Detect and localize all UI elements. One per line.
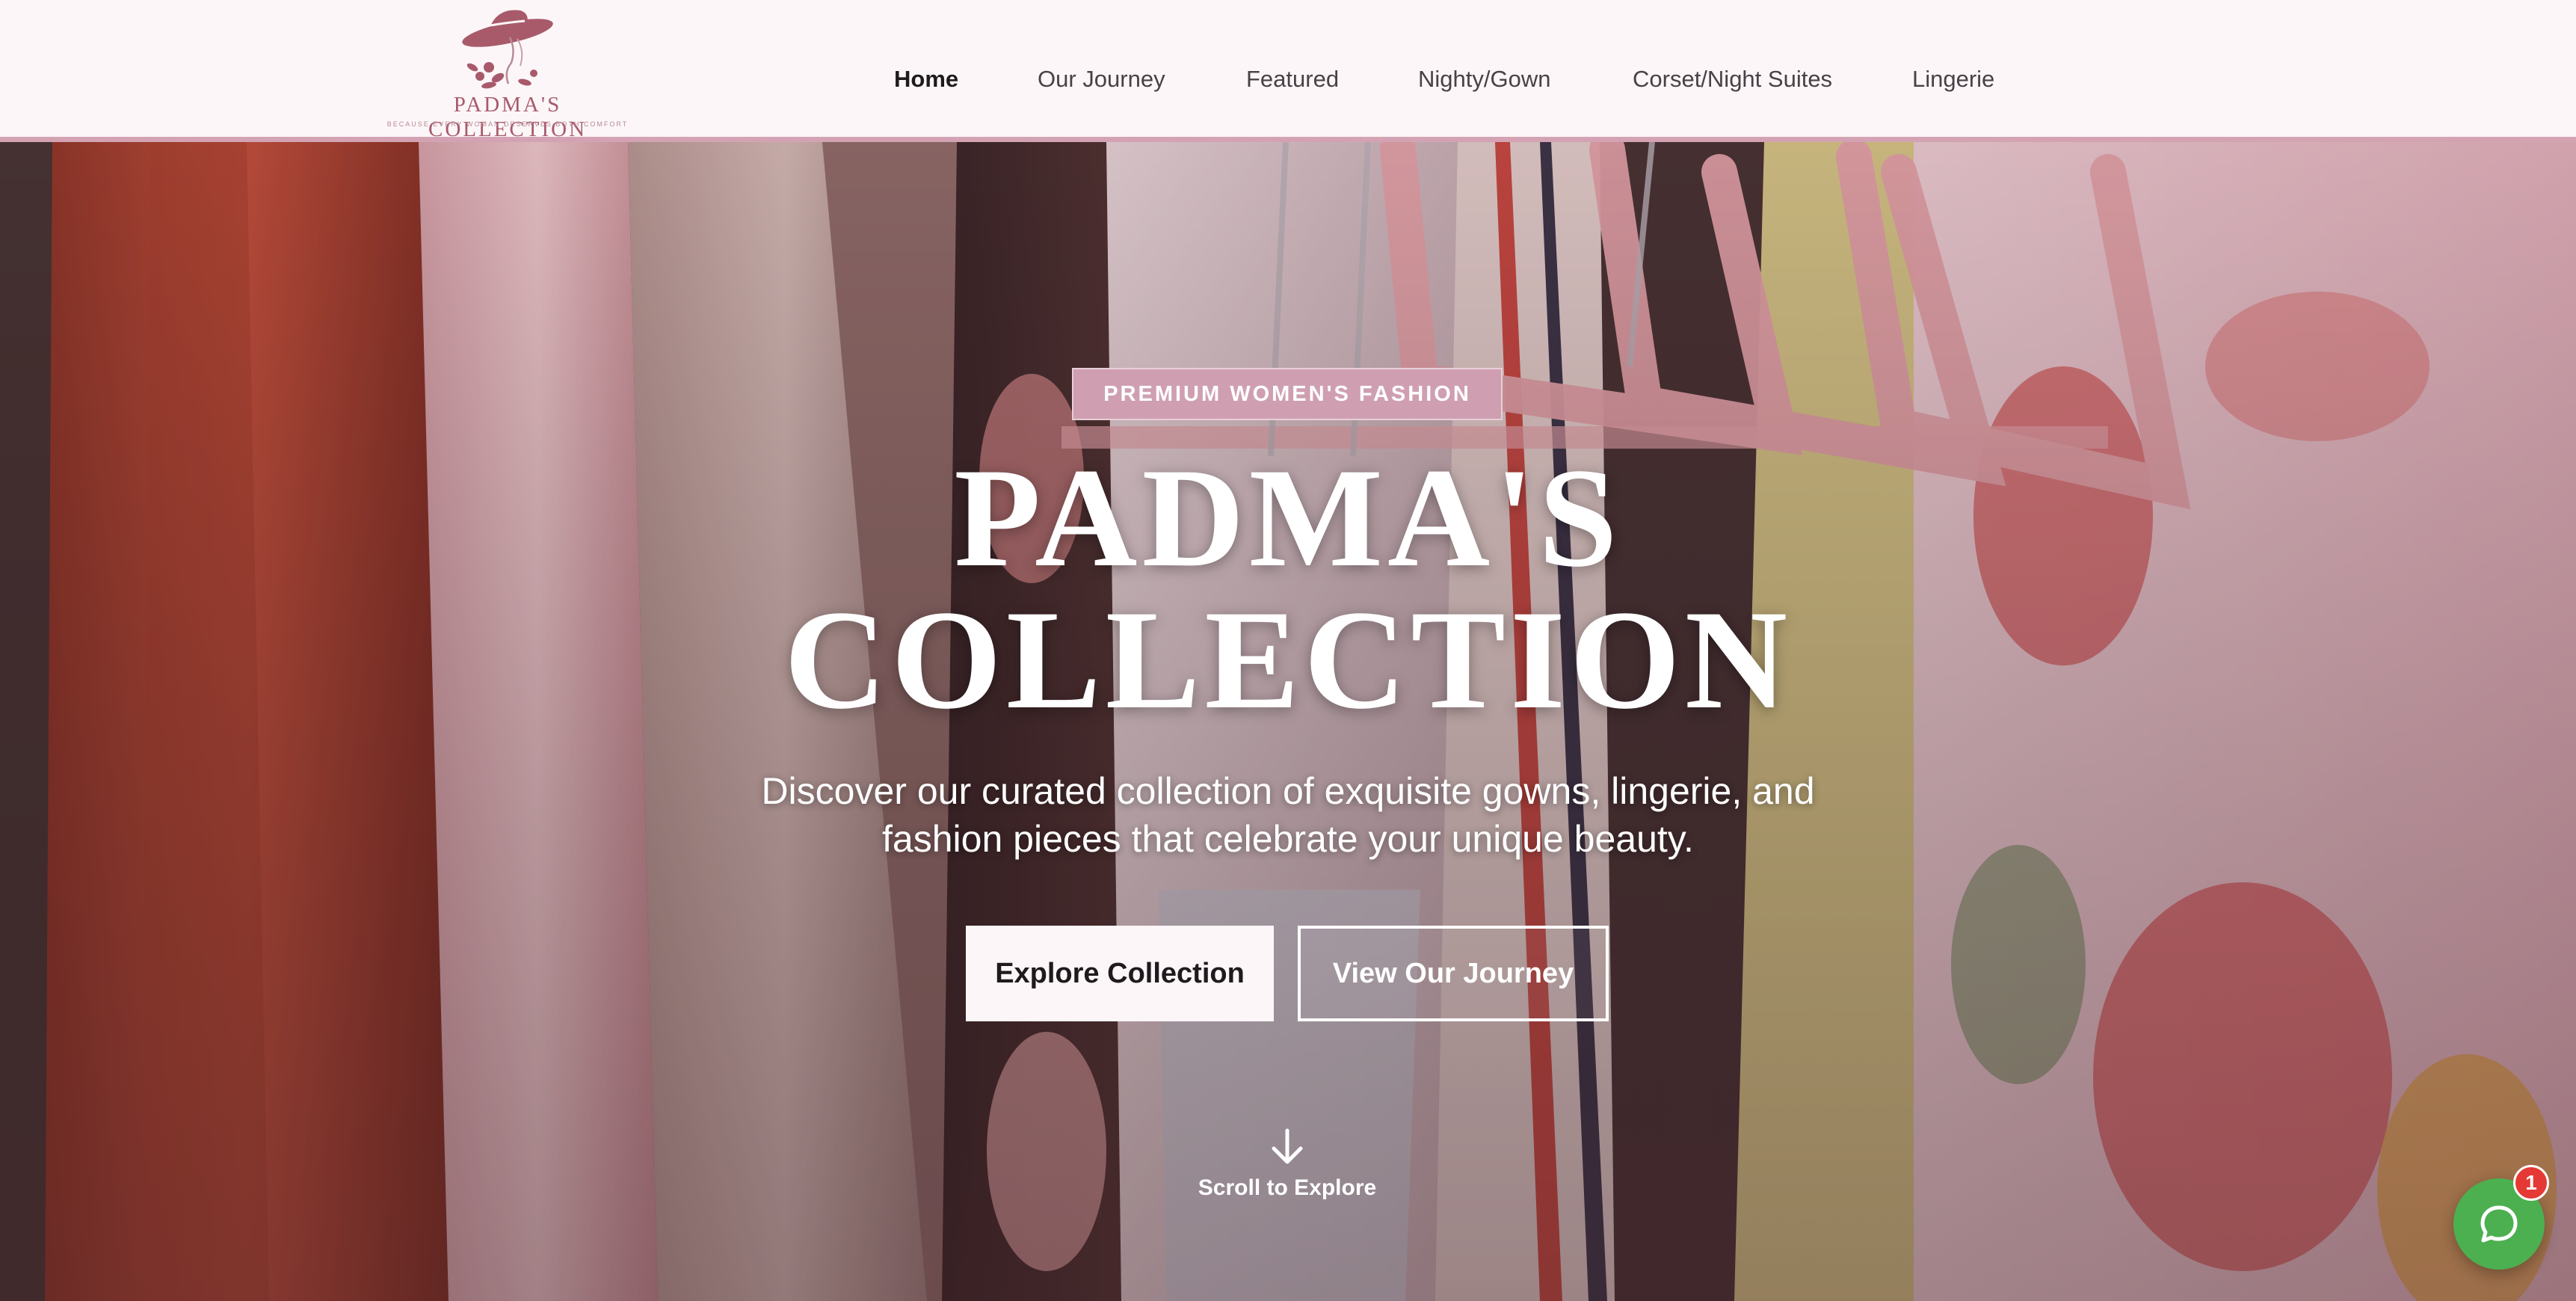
arrow-down-icon[interactable]: [1269, 1128, 1305, 1165]
nav-item-nighty-gown[interactable]: Nighty/Gown: [1418, 66, 1550, 93]
nav-item-featured[interactable]: Featured: [1246, 66, 1339, 93]
hero-title-line2: COLLECTION: [783, 582, 1793, 739]
view-our-journey-button[interactable]: View Our Journey: [1298, 926, 1609, 1021]
scroll-to-explore-label[interactable]: Scroll to Explore: [1138, 1175, 1437, 1201]
nav-item-corset-night-suites[interactable]: Corset/Night Suites: [1633, 66, 1832, 93]
hero-section: PREMIUM WOMEN'S FASHION PADMA'S COLLECTI…: [0, 142, 2576, 1301]
explore-collection-button[interactable]: Explore Collection: [966, 926, 1274, 1021]
chat-bubble-icon: [2480, 1205, 2518, 1243]
brand-name: PADMA'S COLLECTION: [428, 93, 588, 141]
brand-logo[interactable]: PADMA'S COLLECTION Because every woman d…: [384, 3, 631, 141]
hero-title-line1: PADMA'S: [954, 440, 1622, 597]
hero-title: PADMA'S COLLECTION: [0, 447, 2576, 731]
hero-subtitle: Discover our curated collection of exqui…: [761, 770, 1815, 860]
brand-tagline: Because every woman deserves both comfor…: [386, 120, 629, 128]
chat-unread-badge: 1: [2513, 1165, 2549, 1201]
woman-hat-logo-icon: [462, 10, 553, 89]
nav-item-home[interactable]: Home: [894, 66, 958, 93]
nav-item-our-journey[interactable]: Our Journey: [1038, 66, 1165, 93]
nav-item-lingerie[interactable]: Lingerie: [1912, 66, 1994, 93]
hero-badge: PREMIUM WOMEN'S FASHION: [1072, 368, 1503, 420]
site-header: PADMA'S COLLECTION Because every woman d…: [0, 0, 2576, 142]
